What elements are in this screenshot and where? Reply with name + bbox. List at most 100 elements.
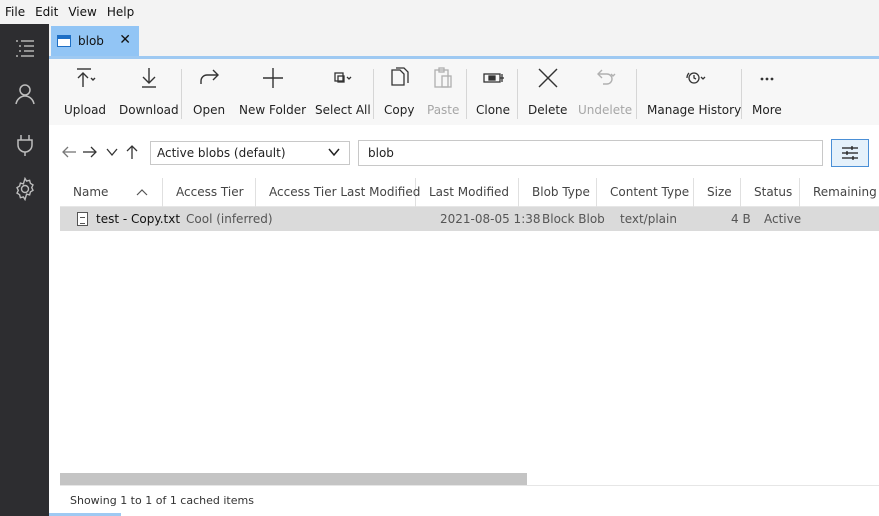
navigation-bar: Active blobs (default) blob	[49, 137, 879, 169]
toolbar-separator	[517, 69, 518, 119]
table-row[interactable]: test - Copy.txt Cool (inferred) 2021-08-…	[60, 207, 879, 231]
clone-button[interactable]: Clone	[476, 63, 510, 121]
history-dropdown-chevron-icon[interactable]	[103, 143, 121, 161]
delete-label: Delete	[528, 103, 568, 117]
column-header-blob-type[interactable]: Blob Type	[519, 178, 597, 207]
column-header-label: Last Modified	[429, 185, 510, 199]
text-file-icon	[77, 212, 88, 226]
column-header-label: Status	[754, 185, 793, 199]
status-text: Showing 1 to 1 of 1 cached items	[70, 494, 254, 507]
activity-bar	[0, 24, 49, 516]
account-icon[interactable]	[0, 72, 49, 116]
copy-button[interactable]: Copy	[384, 63, 414, 121]
blob-explorer-panel: Upload Download Open New Folder Select A…	[49, 59, 879, 516]
paste-button[interactable]: Paste	[427, 63, 459, 121]
toolbar-separator	[373, 69, 374, 119]
blob-view-select[interactable]: Active blobs (default)	[150, 141, 350, 165]
status-bar: Showing 1 to 1 of 1 cached items	[60, 485, 879, 516]
column-header-label: Blob Type	[532, 185, 590, 199]
settings-gear-icon[interactable]	[0, 167, 49, 211]
tab-blob[interactable]: blob ✕	[51, 26, 139, 56]
upload-icon	[72, 63, 98, 93]
new-folder-button[interactable]: New Folder	[239, 63, 306, 121]
download-label: Download	[119, 103, 179, 117]
column-header-remaining-days[interactable]: Remaining D	[800, 178, 879, 207]
more-label: More	[752, 103, 782, 117]
sliders-icon	[842, 146, 858, 160]
clone-label: Clone	[476, 103, 511, 117]
close-icon[interactable]: ✕	[119, 32, 131, 48]
upload-label: Upload	[64, 103, 107, 117]
path-input[interactable]: blob	[358, 140, 823, 166]
column-header-label: Remaining D	[813, 185, 879, 199]
paste-icon	[430, 63, 456, 93]
toolbar-separator	[636, 69, 637, 119]
toolbar-separator	[466, 69, 467, 119]
column-header-content-type[interactable]: Content Type	[597, 178, 694, 207]
toolbar-separator	[741, 69, 742, 119]
cell-status: Active	[764, 212, 802, 226]
cell-last-modified: 2021-08-05 1:38	[440, 212, 541, 226]
column-header-last-modified[interactable]: Last Modified	[416, 178, 519, 207]
up-arrow-icon[interactable]	[123, 143, 141, 161]
delete-x-icon	[535, 63, 561, 93]
column-header-access-tier-last-modified[interactable]: Access Tier Last Modified	[256, 178, 420, 207]
manage-history-label: Manage History	[647, 103, 742, 117]
delete-button[interactable]: Delete	[528, 63, 567, 121]
more-button[interactable]: More	[752, 63, 782, 121]
column-header-size[interactable]: Size	[694, 178, 741, 207]
grid-header: Name Access Tier Access Tier Last Modifi…	[60, 178, 879, 207]
new-folder-label: New Folder	[239, 103, 307, 117]
open-button[interactable]: Open	[193, 63, 225, 121]
back-arrow-icon[interactable]	[60, 143, 78, 161]
menu-view[interactable]: View	[63, 0, 101, 24]
cell-name: test - Copy.txt	[96, 212, 181, 226]
blob-list-grid: Name Access Tier Access Tier Last Modifi…	[60, 178, 879, 477]
download-icon	[136, 63, 162, 93]
horizontal-scrollbar-thumb[interactable]	[60, 473, 527, 485]
forward-arrow-icon[interactable]	[81, 143, 99, 161]
undelete-label: Undelete	[578, 103, 633, 117]
manage-history-button[interactable]: Manage History	[647, 63, 741, 121]
open-label: Open	[193, 103, 226, 117]
column-header-label: Content Type	[610, 185, 690, 199]
paste-label: Paste	[427, 103, 460, 117]
more-dots-icon	[754, 63, 780, 93]
history-icon	[681, 63, 707, 93]
column-header-label: Name	[73, 185, 109, 199]
upload-button[interactable]: Upload	[64, 63, 106, 121]
select-all-icon	[330, 63, 356, 93]
column-header-name[interactable]: Name	[60, 178, 163, 207]
chevron-down-icon	[328, 148, 340, 157]
plus-icon	[260, 63, 286, 93]
filter-options-button[interactable]	[831, 139, 869, 167]
explorer-list-icon[interactable]	[0, 26, 49, 70]
tab-strip: blob ✕	[49, 24, 879, 56]
download-button[interactable]: Download	[119, 63, 179, 121]
select-all-label: Select All	[315, 103, 371, 117]
view-select-value: Active blobs (default)	[157, 146, 286, 160]
toolbar-separator	[181, 69, 182, 119]
undo-icon	[592, 63, 618, 93]
column-header-label: Size	[707, 185, 732, 199]
column-header-label: Access Tier	[176, 185, 244, 199]
clone-icon	[480, 63, 506, 93]
blob-container-icon	[57, 35, 71, 47]
menu-bar: File Edit View Help	[0, 0, 879, 24]
column-header-status[interactable]: Status	[741, 178, 800, 207]
cell-content-type: text/plain	[620, 212, 677, 226]
copy-label: Copy	[384, 103, 415, 117]
copy-icon	[386, 63, 412, 93]
sort-ascending-icon	[136, 189, 148, 196]
undelete-button[interactable]: Undelete	[578, 63, 632, 121]
cell-blob-type: Block Blob	[542, 212, 605, 226]
menu-help[interactable]: Help	[102, 0, 139, 24]
menu-edit[interactable]: Edit	[30, 0, 63, 24]
toolbar: Upload Download Open New Folder Select A…	[49, 59, 879, 125]
column-header-access-tier[interactable]: Access Tier	[163, 178, 256, 207]
select-all-button[interactable]: Select All	[315, 63, 371, 121]
path-value: blob	[368, 146, 394, 160]
menu-file[interactable]: File	[0, 0, 30, 24]
cell-access-tier: Cool (inferred)	[186, 212, 273, 226]
connect-plug-icon[interactable]	[0, 123, 49, 167]
